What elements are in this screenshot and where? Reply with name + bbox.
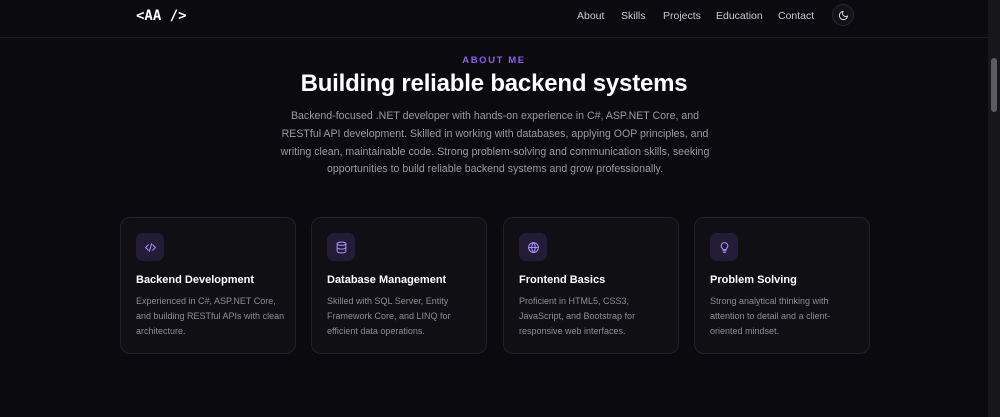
top-navbar: <AA /> About Skills Projects Education C… bbox=[0, 0, 988, 38]
card-icon-badge bbox=[519, 233, 547, 261]
section-title: Building reliable backend systems bbox=[300, 70, 688, 97]
section-eyebrow: ABOUT ME bbox=[462, 55, 526, 66]
skill-card-problem-solving: Problem Solving Strong analytical thinki… bbox=[694, 217, 870, 354]
card-title: Backend Development bbox=[136, 274, 254, 286]
moon-icon bbox=[838, 10, 848, 20]
card-title: Database Management bbox=[327, 274, 447, 286]
skill-card-backend: Backend Development Experienced in C#, A… bbox=[120, 217, 296, 354]
nav-link-about[interactable]: About bbox=[577, 10, 604, 22]
database-icon bbox=[336, 241, 346, 253]
nav-link-projects[interactable]: Projects bbox=[663, 10, 701, 22]
card-title: Frontend Basics bbox=[519, 274, 606, 286]
card-icon-badge bbox=[136, 233, 164, 261]
nav-link-education[interactable]: Education bbox=[716, 10, 763, 22]
card-title: Problem Solving bbox=[710, 274, 797, 286]
card-icon-badge bbox=[710, 233, 738, 261]
skill-card-frontend: Frontend Basics Proficient in HTML5, CSS… bbox=[503, 217, 679, 354]
nav-link-contact[interactable]: Contact bbox=[778, 10, 814, 22]
section-description: Backend-focused .NET developer with hand… bbox=[280, 110, 710, 176]
skill-card-database: Database Management Skilled with SQL Ser… bbox=[311, 217, 487, 354]
nav-link-skills[interactable]: Skills bbox=[621, 10, 646, 22]
lightbulb-icon bbox=[720, 241, 728, 253]
page-scrollbar[interactable] bbox=[988, 0, 1000, 417]
globe-icon bbox=[527, 241, 539, 253]
theme-toggle-button[interactable] bbox=[832, 4, 854, 26]
portfolio-page: <AA /> About Skills Projects Education C… bbox=[0, 0, 1000, 417]
card-icon-badge bbox=[327, 233, 355, 261]
card-description: Skilled with SQL Server, Entity Framewor… bbox=[327, 296, 451, 336]
card-description: Experienced in C#, ASP.NET Core, and bui… bbox=[136, 296, 285, 336]
scrollbar-thumb[interactable] bbox=[991, 58, 997, 112]
card-description: Proficient in HTML5, CSS3, JavaScript, a… bbox=[519, 296, 636, 336]
code-icon bbox=[144, 242, 156, 252]
card-description: Strong analytical thinking with attentio… bbox=[710, 296, 831, 336]
